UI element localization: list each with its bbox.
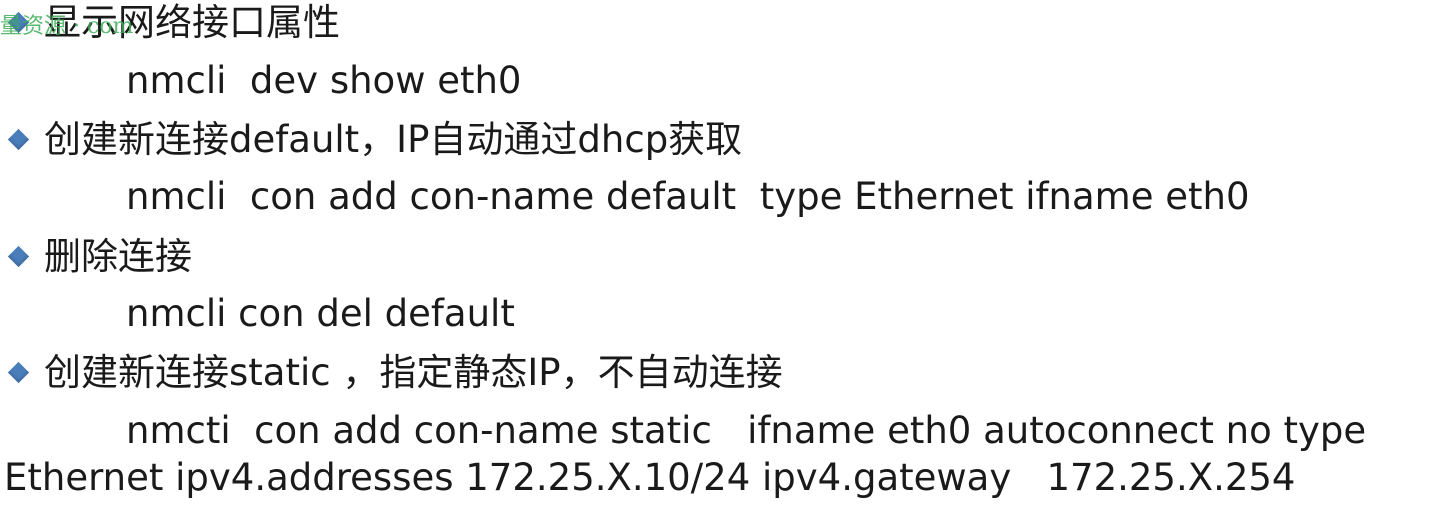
command-line: nmcli con add con-name default type Ethe… (126, 175, 1250, 218)
command-line: nmcli dev show eth0 (126, 59, 522, 102)
slide: 显示网络接口属性 量资源 · com nmcli dev show eth0 创… (0, 0, 1440, 518)
bullet-item: 创建新连接default，IP自动通过dhcp获取 (8, 117, 742, 163)
bullet-item: 删除连接 (8, 234, 192, 280)
watermark: 量资源 · com (0, 14, 134, 39)
bullet-heading: 创建新连接static ，指定静态IP，不自动连接 (44, 351, 783, 394)
diamond-bullet-icon (8, 129, 30, 151)
diamond-bullet-icon (8, 246, 30, 268)
command-line: nmcli con del default (126, 292, 515, 335)
command-line: nmcti con add con-name static ifname eth… (126, 409, 1367, 452)
bullet-item: 创建新连接static ，指定静态IP，不自动连接 (8, 350, 783, 396)
diamond-bullet-icon (8, 362, 30, 384)
bullet-heading: 创建新连接default，IP自动通过dhcp获取 (44, 118, 743, 161)
command-line-continued: Ethernet ipv4.addresses 172.25.X.10/24 i… (4, 456, 1296, 499)
bullet-heading: 删除连接 (44, 235, 192, 278)
